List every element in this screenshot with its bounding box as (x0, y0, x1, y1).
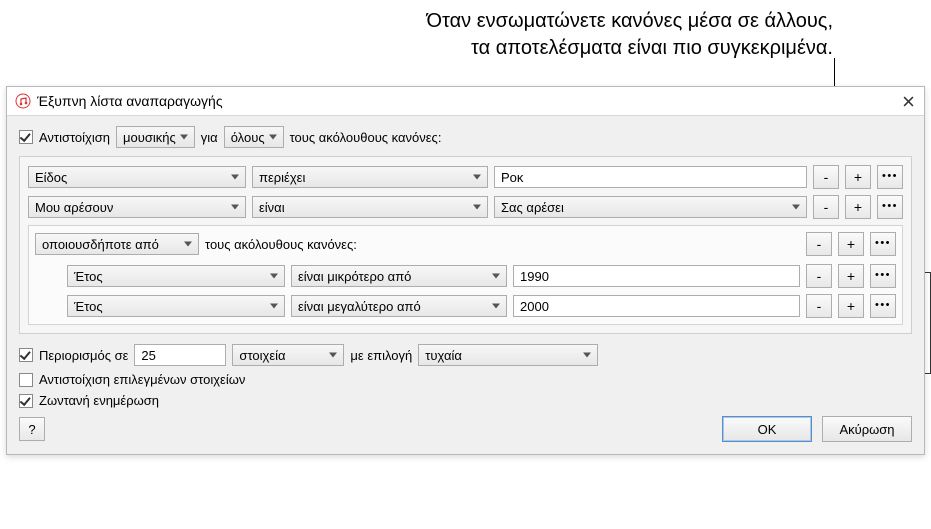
nest-rule-button[interactable]: ••• (877, 195, 903, 219)
match-row: Αντιστοίχιση μουσικής για όλους τους ακό… (19, 126, 912, 148)
live-update-row: Ζωντανή ενημέρωση (19, 393, 912, 408)
rule-value-input[interactable]: Ροκ (494, 166, 807, 188)
annotation-pointer (834, 58, 835, 86)
match-checked-label: Αντιστοίχιση επιλεγμένων στοιχείων (39, 372, 245, 387)
match-checked-row: Αντιστοίχιση επιλεγμένων στοιχείων (19, 372, 912, 387)
add-rule-button[interactable]: + (838, 294, 864, 318)
limit-by-label: με επιλογή (350, 348, 412, 363)
live-update-checkbox[interactable] (19, 394, 33, 408)
rule-operator-select[interactable]: είναι (252, 196, 488, 218)
nested-rule-row-1: Έτος είναι μικρότερο από 1990 - + ••• (35, 264, 896, 288)
titlebar: Έξυπνη λίστα αναπαραγωγής (7, 87, 924, 116)
add-rule-button[interactable]: + (845, 165, 871, 189)
rule-field-select[interactable]: Μου αρέσουν (28, 196, 246, 218)
nest-rule-button[interactable]: ••• (870, 294, 896, 318)
rule-value-select[interactable]: Σας αρέσει (494, 196, 807, 218)
match-scope-select[interactable]: όλους (224, 126, 284, 148)
close-icon (903, 96, 914, 107)
match-checked-checkbox[interactable] (19, 373, 33, 387)
rule-operator-select[interactable]: είναι μεγαλύτερο από (291, 295, 507, 317)
rule-value-input[interactable]: 1990 (513, 265, 800, 287)
annotation-line2: τα αποτελέσματα είναι πιο συγκεκριμένα. (427, 35, 834, 62)
match-checkbox[interactable] (19, 130, 33, 144)
add-rule-button[interactable]: + (845, 195, 871, 219)
add-rule-button[interactable]: + (838, 264, 864, 288)
nested-following-label: τους ακόλουθους κανόνες: (205, 237, 357, 252)
rule-field-select[interactable]: Έτος (67, 265, 285, 287)
remove-rule-button[interactable]: - (806, 264, 832, 288)
nested-header: οποιουσδήποτε από τους ακόλουθους κανόνε… (35, 232, 896, 256)
annotation-line1: Όταν ενσωματώνετε κανόνες μέσα σε άλλους… (427, 8, 834, 35)
itunes-icon (15, 93, 31, 109)
rule-row-2: Μου αρέσουν είναι Σας αρέσει - + ••• (28, 195, 903, 219)
remove-rule-button[interactable]: - (806, 294, 832, 318)
remove-rule-button[interactable]: - (806, 232, 832, 256)
match-library-select[interactable]: μουσικής (116, 126, 195, 148)
nested-rules-panel: οποιουσδήποτε από τους ακόλουθους κανόνε… (28, 225, 903, 325)
limit-row: Περιορισμός σε 25 στοιχεία με επιλογή τυ… (19, 344, 912, 366)
live-update-label: Ζωντανή ενημέρωση (39, 393, 159, 408)
callout-annotation: Όταν ενσωματώνετε κανόνες μέσα σε άλλους… (427, 8, 834, 62)
nested-match-select[interactable]: οποιουσδήποτε από (35, 233, 199, 255)
dialog-footer: ? OK Ακύρωση (19, 416, 912, 442)
match-for-label: για (201, 130, 218, 145)
limit-label: Περιορισμός σε (39, 348, 128, 363)
remove-rule-button[interactable]: - (813, 165, 839, 189)
rule-field-select[interactable]: Είδος (28, 166, 246, 188)
rule-operator-select[interactable]: περιέχει (252, 166, 488, 188)
annotation-bracket-outer (925, 272, 931, 374)
dialog-title: Έξυπνη λίστα αναπαραγωγής (37, 93, 900, 109)
remove-rule-button[interactable]: - (813, 195, 839, 219)
close-button[interactable] (900, 93, 916, 109)
dialog-body: Αντιστοίχιση μουσικής για όλους τους ακό… (7, 116, 924, 454)
nest-rule-button[interactable]: ••• (877, 165, 903, 189)
limit-value-input[interactable]: 25 (134, 344, 226, 366)
match-label: Αντιστοίχιση (39, 130, 110, 145)
rule-field-select[interactable]: Έτος (67, 295, 285, 317)
limit-by-select[interactable]: τυχαία (418, 344, 598, 366)
add-rule-button[interactable]: + (838, 232, 864, 256)
nest-rule-button[interactable]: ••• (870, 232, 896, 256)
nest-rule-button[interactable]: ••• (870, 264, 896, 288)
ok-button[interactable]: OK (722, 416, 812, 442)
match-following-label: τους ακόλουθους κανόνες: (290, 130, 442, 145)
help-button[interactable]: ? (19, 417, 45, 441)
limit-checkbox[interactable] (19, 348, 33, 362)
cancel-button[interactable]: Ακύρωση (822, 416, 912, 442)
limit-unit-select[interactable]: στοιχεία (232, 344, 344, 366)
rules-panel: Είδος περιέχει Ροκ - + ••• Μου αρέσουν ε… (19, 156, 912, 334)
smart-playlist-dialog: Έξυπνη λίστα αναπαραγωγής Αντιστοίχιση μ… (6, 86, 925, 455)
rule-value-input[interactable]: 2000 (513, 295, 800, 317)
nested-rule-row-2: Έτος είναι μεγαλύτερο από 2000 - + ••• (35, 294, 896, 318)
rule-operator-select[interactable]: είναι μικρότερο από (291, 265, 507, 287)
rule-row-1: Είδος περιέχει Ροκ - + ••• (28, 165, 903, 189)
